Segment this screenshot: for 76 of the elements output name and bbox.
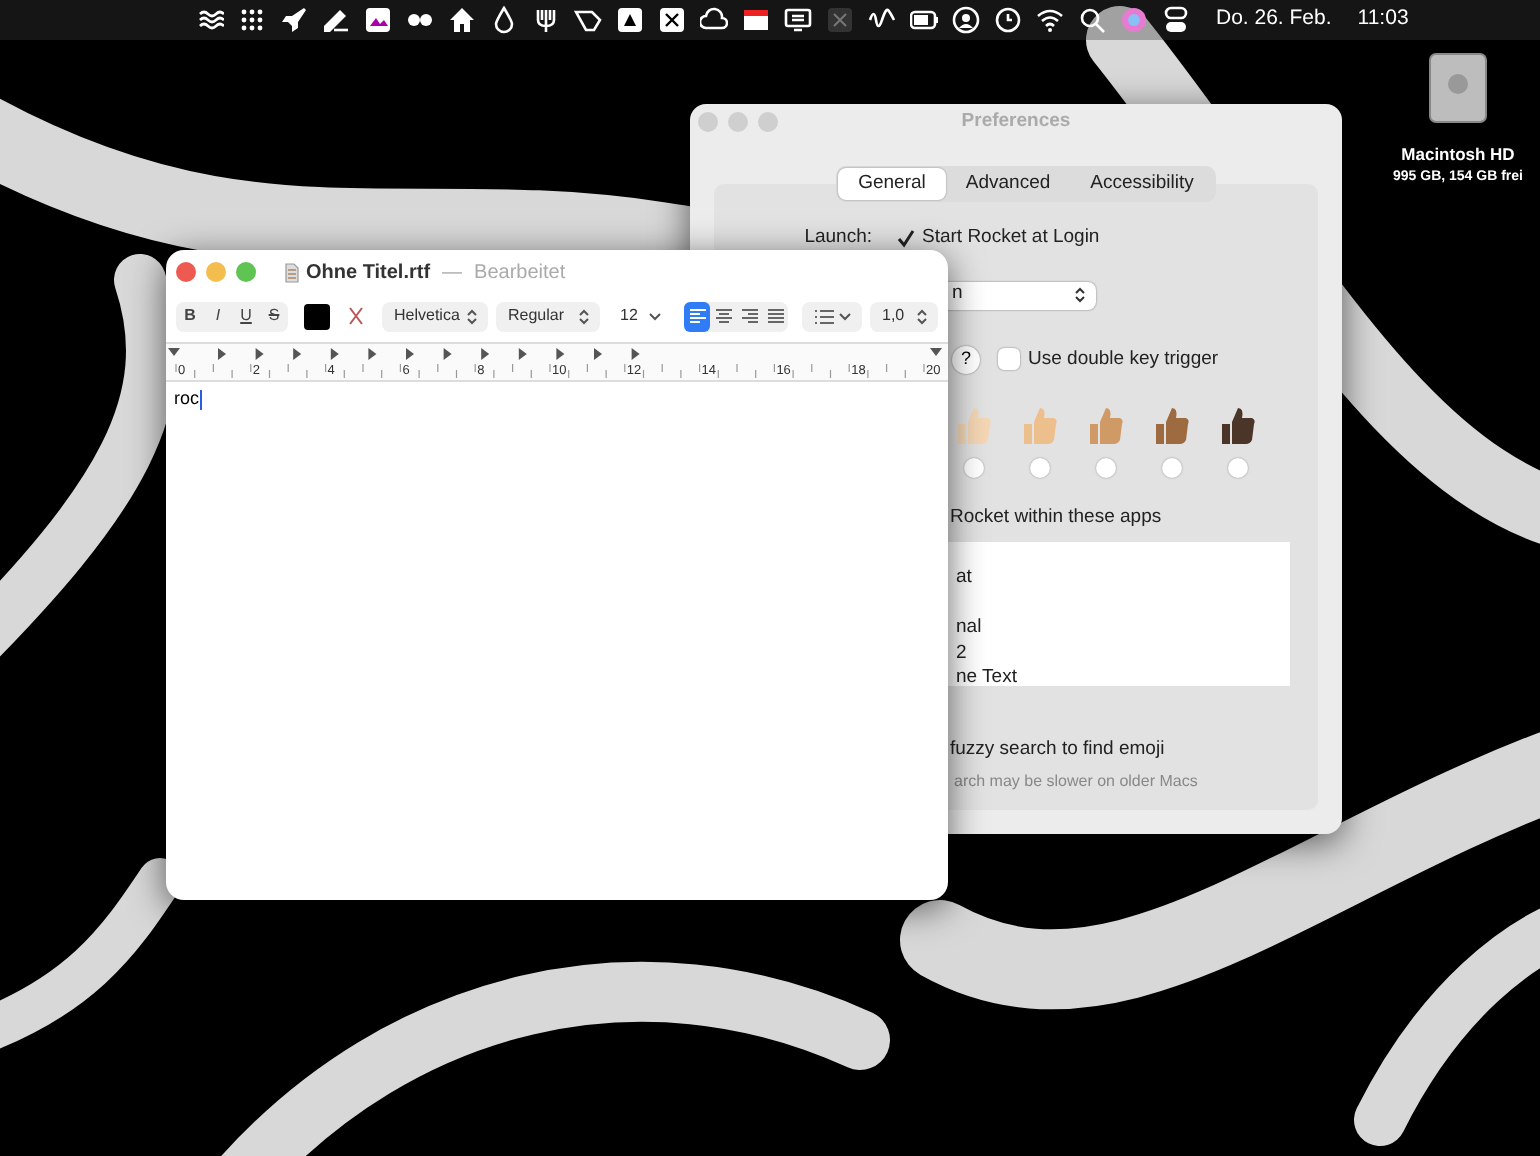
checkbox[interactable] [894, 227, 916, 250]
drive-label: Macintosh HD [1401, 142, 1515, 168]
calendar-icon[interactable] [742, 6, 770, 34]
align-right-icon [739, 306, 759, 326]
radio-button[interactable] [1029, 457, 1049, 478]
spacing-dropdown[interactable]: 1,0 [870, 301, 938, 331]
chevron-icon [1074, 286, 1086, 304]
clock-icon[interactable] [994, 6, 1022, 34]
style-button[interactable]: U [232, 301, 260, 331]
chevron-icon [916, 307, 928, 325]
drop-icon[interactable] [490, 6, 518, 34]
list-item[interactable]: ne Text [956, 666, 1017, 686]
radio-button[interactable] [963, 457, 983, 478]
tab[interactable]: Accessibility [1070, 168, 1214, 201]
hint-text: arch may be slower on older Macs [954, 770, 1200, 795]
fork-icon[interactable] [532, 6, 560, 34]
align-center-icon [713, 306, 733, 326]
align-left-icon [687, 306, 707, 326]
chevron-icon [648, 311, 662, 321]
list-dropdown[interactable] [802, 301, 862, 331]
battery-icon[interactable] [910, 6, 938, 34]
color-well[interactable] [304, 303, 330, 329]
circle-icon[interactable] [1120, 6, 1148, 34]
image-icon[interactable] [364, 6, 392, 34]
align-button[interactable] [684, 301, 710, 331]
checkbox-label: Start Rocket at Login [922, 224, 1100, 253]
x-icon[interactable] [826, 6, 854, 34]
typeface-dropdown[interactable]: Regular [496, 301, 600, 331]
window-title: Ohne Titel.rtf [306, 259, 431, 287]
wifi-icon[interactable] [1036, 6, 1064, 34]
radio-button[interactable] [1227, 457, 1247, 478]
checkbox-label: Use double key trigger [1028, 345, 1219, 373]
size-dropdown[interactable]: 12 [608, 301, 672, 331]
chevron-icon [466, 307, 478, 325]
field-label: Launch: [802, 224, 872, 253]
checkbox[interactable] [998, 348, 1020, 371]
search-icon[interactable] [1078, 6, 1106, 34]
close-button[interactable] [176, 262, 196, 282]
dropdown-value: n [952, 280, 963, 309]
style-button[interactable]: B [176, 301, 204, 331]
pen-icon[interactable] [322, 6, 350, 34]
font-dropdown[interactable]: Helvetica [382, 301, 488, 331]
list-item[interactable]: at [956, 566, 972, 592]
list-icon [814, 307, 834, 325]
menu-bar-clock[interactable]: 11:03 [1357, 4, 1409, 36]
cloud-icon[interactable] [700, 6, 728, 34]
menu-bar-date[interactable]: Do. 26. Feb. [1216, 4, 1332, 36]
chevron-icon [578, 307, 590, 325]
monitor-icon[interactable] [784, 6, 812, 34]
title-separator: — [442, 259, 463, 287]
help-button[interactable]: ? [952, 345, 980, 374]
align-justify-icon [765, 306, 785, 326]
grid-icon[interactable] [238, 6, 266, 34]
waves-icon[interactable] [196, 6, 224, 34]
tab[interactable]: General [838, 168, 946, 201]
section-label: Rocket within these apps [950, 503, 1164, 532]
style-button[interactable]: I [204, 301, 232, 331]
radio-button[interactable] [1095, 457, 1115, 478]
rocket-icon[interactable] [280, 6, 308, 34]
chevron-icon [838, 311, 852, 321]
text-cursor [199, 389, 202, 410]
radio-button[interactable] [1161, 457, 1181, 478]
hard-drive-icon[interactable] [1428, 52, 1488, 124]
toggle-icon[interactable] [1162, 6, 1190, 34]
document-icon [284, 261, 300, 283]
house-icon[interactable] [448, 6, 476, 34]
list-item[interactable]: nal [956, 616, 982, 642]
list-item[interactable]: 2 [956, 641, 967, 667]
style-button[interactable]: S [260, 301, 288, 331]
tab[interactable]: Advanced [945, 168, 1071, 201]
document-text: roc [174, 386, 200, 412]
person-icon[interactable] [952, 6, 980, 34]
window-title: Preferences [961, 107, 1071, 136]
document-status: Bearbeitet [474, 259, 566, 287]
clear-style-icon[interactable] [346, 306, 366, 326]
checkbox-label: fuzzy search to find emoji [950, 736, 1167, 764]
